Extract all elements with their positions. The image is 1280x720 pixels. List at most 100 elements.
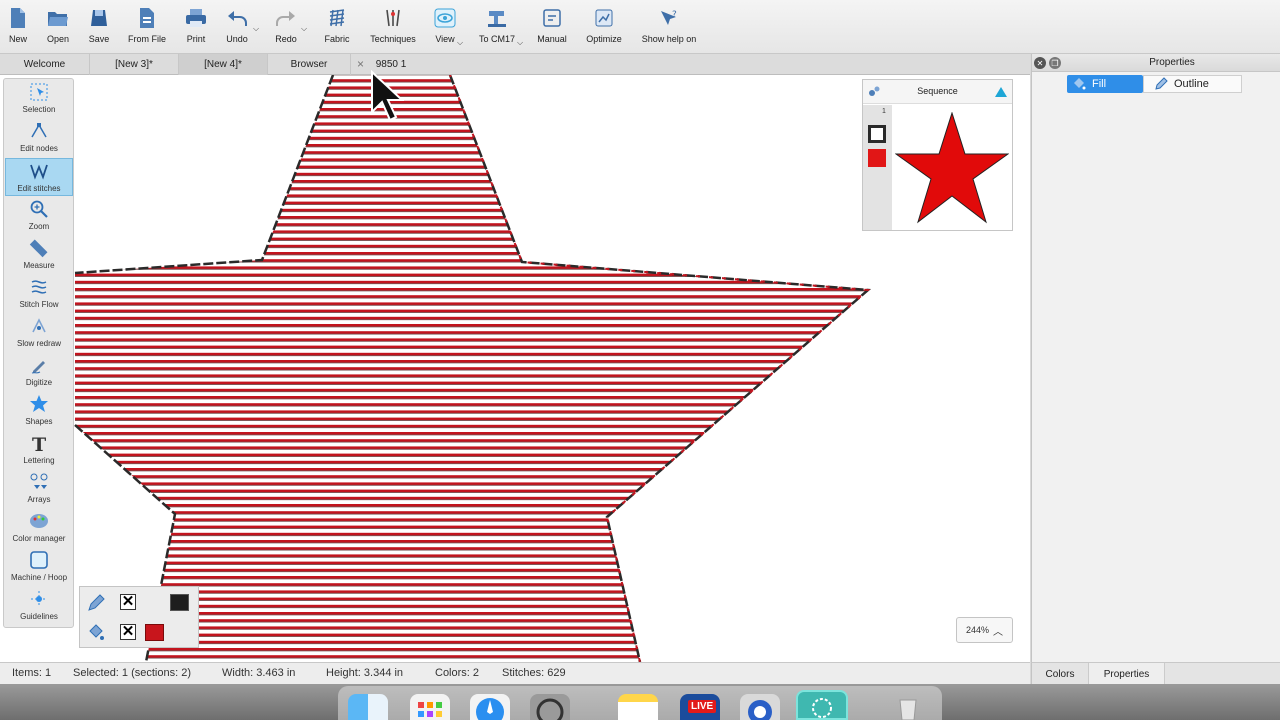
tool-guidelines[interactable]: Guidelines bbox=[5, 587, 73, 625]
fill-x-icon[interactable]: ✕ bbox=[120, 624, 136, 640]
edit-nodes-icon bbox=[29, 119, 49, 141]
eye-icon bbox=[433, 6, 457, 30]
techniques-icon bbox=[381, 6, 405, 30]
undo-icon bbox=[225, 6, 249, 30]
machine-icon bbox=[485, 6, 509, 30]
manual-button[interactable]: Manual bbox=[537, 6, 567, 50]
edit-stitches-icon bbox=[29, 159, 49, 181]
redo-dropdown-icon[interactable]: ⌵ bbox=[301, 24, 307, 34]
undo-button[interactable]: Undo bbox=[225, 6, 249, 50]
outline-x-icon[interactable]: ✕ bbox=[120, 594, 136, 610]
outline-pen-icon[interactable] bbox=[86, 593, 106, 613]
to-cm17-dropdown-icon[interactable]: ⌵ bbox=[517, 38, 523, 48]
bottom-panel-tabs: Colors Properties bbox=[1031, 662, 1280, 685]
fill-color-swatch[interactable] bbox=[868, 149, 886, 167]
outline-tab-button[interactable]: Outline bbox=[1143, 75, 1242, 93]
mouse-cursor-icon bbox=[371, 70, 404, 122]
tab-browser[interactable]: Browser bbox=[268, 54, 351, 75]
status-height: Height: 3.344 in bbox=[326, 667, 404, 679]
chevron-up-icon[interactable]: ︿ bbox=[993, 623, 1003, 638]
notes-icon[interactable] bbox=[618, 694, 658, 720]
tab-colors[interactable]: Colors bbox=[1032, 663, 1089, 685]
view-dropdown-icon[interactable]: ⌵ bbox=[457, 38, 463, 48]
launchpad-icon[interactable] bbox=[410, 694, 450, 720]
tool-color-manager[interactable]: Color manager bbox=[5, 509, 73, 547]
system-preferences-icon[interactable] bbox=[530, 694, 570, 720]
safari-icon[interactable] bbox=[470, 694, 510, 720]
to-cm17-button[interactable]: To CM17 bbox=[477, 6, 517, 50]
fill-bucket-icon[interactable] bbox=[86, 623, 106, 643]
from-file-button[interactable]: From File bbox=[126, 6, 168, 50]
tool-selection[interactable]: Selection bbox=[5, 80, 73, 118]
optimize-button[interactable]: Optimize bbox=[585, 6, 623, 50]
tab-new-4[interactable]: [New 4]* bbox=[179, 54, 268, 75]
palette-icon bbox=[29, 509, 49, 531]
status-items: Items: 1 bbox=[12, 667, 52, 679]
video-app-icon[interactable] bbox=[740, 694, 780, 720]
dock: LIVE bbox=[338, 686, 942, 720]
redo-button[interactable]: Redo bbox=[274, 6, 298, 50]
tab-new-3[interactable]: [New 3]* bbox=[90, 54, 179, 75]
new-button[interactable]: New bbox=[6, 6, 30, 50]
collapse-arrow-icon[interactable] bbox=[995, 87, 1007, 97]
print-button[interactable]: Print bbox=[184, 6, 208, 50]
tool-shapes[interactable]: Shapes bbox=[5, 392, 73, 430]
save-icon bbox=[87, 6, 111, 30]
show-help-on-button[interactable]: ? Show help on bbox=[641, 6, 697, 50]
guidelines-icon bbox=[29, 587, 49, 609]
sequence-color-list: 1 bbox=[863, 105, 892, 230]
fabric-button[interactable]: Fabric bbox=[323, 6, 351, 50]
printer-icon bbox=[184, 6, 208, 30]
tool-edit-stitches[interactable]: Edit stitches bbox=[5, 158, 73, 196]
slow-redraw-icon bbox=[29, 314, 49, 336]
tool-edit-nodes[interactable]: Edit nodes bbox=[5, 119, 73, 157]
sequence-header: Sequence bbox=[863, 80, 1012, 104]
embroidery-app-dock-icon[interactable] bbox=[796, 690, 848, 720]
tool-stitch-flow[interactable]: Stitch Flow bbox=[5, 275, 73, 313]
thread-colors-panel: ✕ ✕ bbox=[79, 586, 199, 648]
properties-panel: ✕ ❐ Properties Fill Outline bbox=[1031, 54, 1280, 662]
stitch-flow-icon bbox=[29, 275, 49, 297]
tool-measure[interactable]: Measure bbox=[5, 236, 73, 274]
svg-text:?: ? bbox=[672, 10, 677, 20]
main-toolbar: New Open Save From File Print Undo ⌵ Red… bbox=[0, 0, 1280, 54]
tool-arrays[interactable]: Arrays bbox=[5, 470, 73, 508]
new-file-icon bbox=[6, 6, 30, 30]
svg-text:T: T bbox=[32, 434, 46, 453]
undo-dropdown-icon[interactable]: ⌵ bbox=[253, 24, 259, 34]
view-button[interactable]: View bbox=[433, 6, 457, 50]
arrays-icon bbox=[29, 470, 49, 492]
optimize-icon bbox=[592, 6, 616, 30]
status-selected: Selected: 1 (sections: 2) bbox=[73, 667, 192, 679]
outline-color-swatch[interactable] bbox=[868, 125, 886, 143]
tool-digitize[interactable]: Digitize bbox=[5, 353, 73, 391]
trash-icon[interactable] bbox=[888, 694, 928, 720]
ruler-icon bbox=[29, 236, 49, 258]
embroidery-app-window: New Open Save From File Print Undo ⌵ Red… bbox=[0, 0, 1280, 720]
save-button[interactable]: Save bbox=[86, 6, 112, 50]
star-thumbnail[interactable] bbox=[895, 112, 1009, 224]
outline-pen-icon bbox=[1155, 77, 1168, 90]
tab-properties[interactable]: Properties bbox=[1089, 663, 1165, 685]
selection-icon bbox=[29, 80, 49, 102]
zoom-level-control[interactable]: 244% ︿ bbox=[956, 617, 1013, 643]
zoom-icon bbox=[29, 197, 49, 219]
open-button[interactable]: Open bbox=[44, 6, 72, 50]
fill-thread-color[interactable] bbox=[145, 624, 164, 641]
fill-bucket-icon bbox=[1074, 78, 1086, 90]
live-app-icon[interactable]: LIVE bbox=[680, 694, 720, 720]
sequence-index: 1 bbox=[882, 108, 886, 115]
document-tabs: Welcome [New 3]* [New 4]* Browser × 9850… bbox=[0, 54, 1030, 75]
tool-slow-redraw[interactable]: Slow redraw bbox=[5, 314, 73, 352]
lettering-icon: T bbox=[29, 431, 49, 453]
tool-machine-hoop[interactable]: Machine / Hoop bbox=[5, 548, 73, 586]
fill-tab-button[interactable]: Fill bbox=[1067, 75, 1143, 93]
finder-icon[interactable] bbox=[348, 694, 388, 720]
fabric-icon bbox=[325, 6, 349, 30]
outline-thread-color[interactable] bbox=[170, 594, 189, 611]
tool-lettering[interactable]: T Lettering bbox=[5, 431, 73, 469]
zoom-level: 244% bbox=[965, 625, 990, 635]
tool-zoom[interactable]: Zoom bbox=[5, 197, 73, 235]
tab-welcome[interactable]: Welcome bbox=[0, 54, 90, 75]
techniques-button[interactable]: Techniques bbox=[368, 6, 418, 50]
